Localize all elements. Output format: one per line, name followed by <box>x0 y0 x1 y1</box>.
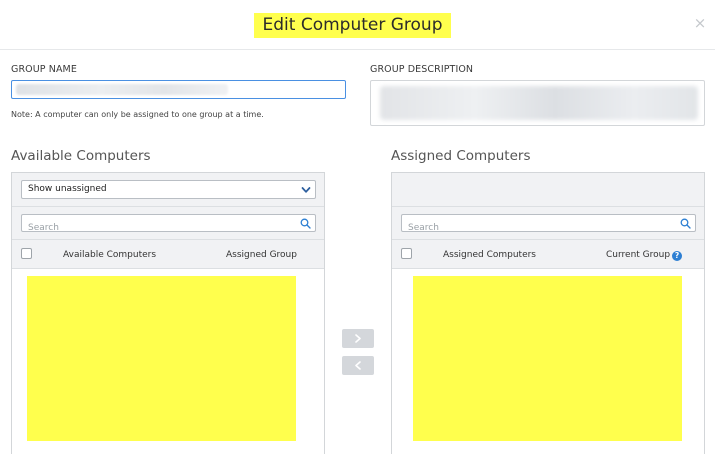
assigned-computers-panel: Assigned Computers Current Group? <box>391 172 705 454</box>
select-all-assigned-checkbox[interactable] <box>401 248 412 259</box>
computer-filter-value: Show unassigned <box>28 184 107 194</box>
dialog-header: Edit Computer Group × <box>0 0 715 50</box>
assigned-group-column[interactable]: Assigned Group <box>226 250 297 260</box>
assigned-toolbar <box>392 173 704 207</box>
chevron-left-icon <box>355 361 361 370</box>
group-name-redacted-value <box>16 84 228 95</box>
available-search-input[interactable] <box>22 220 292 236</box>
group-name-label: GROUP NAME <box>11 64 77 75</box>
assigned-computers-list <box>413 276 682 441</box>
available-computers-column[interactable]: Available Computers <box>63 250 156 260</box>
help-icon[interactable]: ? <box>672 251 683 261</box>
assigned-search-input[interactable] <box>402 220 672 236</box>
available-search-field[interactable] <box>21 214 316 236</box>
available-computers-list <box>27 276 296 441</box>
group-description-label: GROUP DESCRIPTION <box>370 64 474 75</box>
current-group-column[interactable]: Current Group? <box>606 250 683 261</box>
assigned-search-bar <box>392 207 704 239</box>
close-icon[interactable]: × <box>693 16 707 31</box>
current-group-label: Current Group <box>606 250 671 260</box>
assigned-search-field[interactable] <box>401 214 696 236</box>
computer-filter-select[interactable]: Show unassigned <box>21 180 316 199</box>
group-description-redacted-value <box>380 86 698 120</box>
search-icon[interactable] <box>680 218 691 229</box>
add-to-group-button[interactable] <box>342 329 374 348</box>
available-table-header: Available Computers Assigned Group <box>12 239 324 269</box>
available-computers-panel: Show unassigned Available Computers Assi… <box>11 172 325 454</box>
remove-from-group-button[interactable] <box>342 356 374 375</box>
available-search-bar <box>12 207 324 239</box>
dialog-title: Edit Computer Group <box>262 15 443 35</box>
chevron-down-icon <box>301 187 311 193</box>
assigned-computers-title: Assigned Computers <box>391 148 531 164</box>
select-all-available-checkbox[interactable] <box>21 248 32 259</box>
assigned-computers-column[interactable]: Assigned Computers <box>443 250 536 260</box>
chevron-right-icon <box>355 334 361 343</box>
assigned-table-header: Assigned Computers Current Group? <box>392 239 704 269</box>
assignment-note: Note: A computer can only be assigned to… <box>11 110 264 119</box>
available-computers-title: Available Computers <box>11 148 151 164</box>
search-icon[interactable] <box>300 218 311 229</box>
available-filter-bar: Show unassigned <box>12 173 324 207</box>
